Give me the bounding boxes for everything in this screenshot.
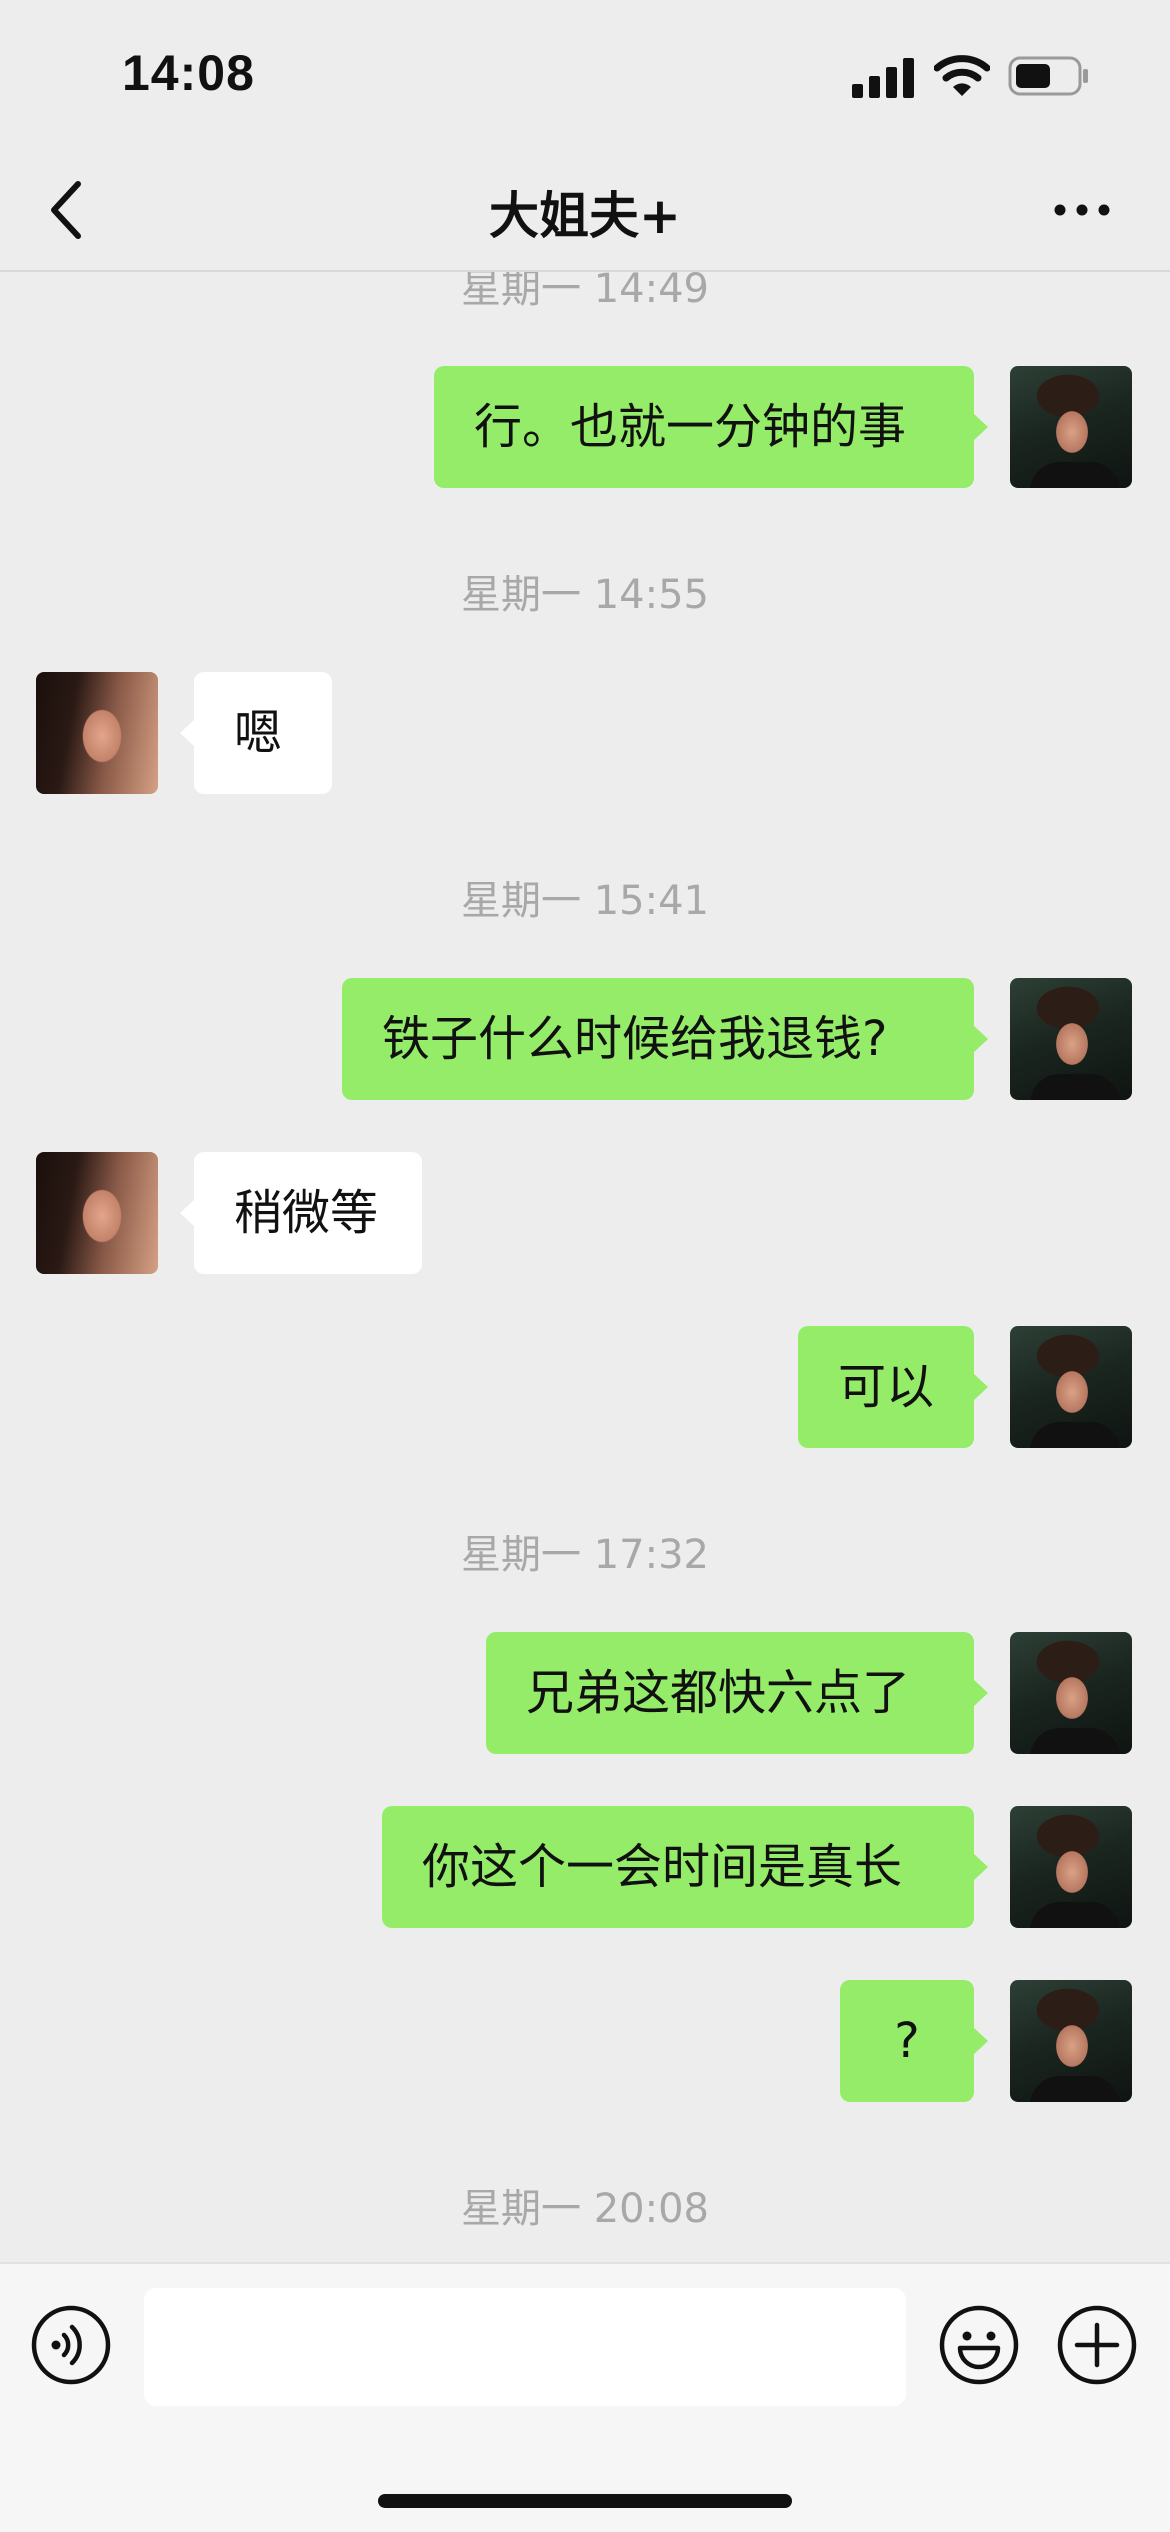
status-bar: 14:08 xyxy=(0,0,1170,150)
emoji-icon[interactable] xyxy=(938,2304,1020,2386)
message-list[interactable]: 星期一 14:49 行。也就一分钟的事 星期一 14:55 嗯 星期一 15:4… xyxy=(0,272,1170,2262)
timestamp: 星期一 20:08 xyxy=(461,2186,709,2232)
contact-avatar[interactable] xyxy=(36,1152,158,1274)
my-avatar[interactable] xyxy=(1010,366,1132,488)
timestamp: 星期一 14:55 xyxy=(461,572,709,618)
status-time: 14:08 xyxy=(122,45,255,101)
received-message-bubble[interactable]: 稍微等 xyxy=(180,1152,422,1274)
my-avatar[interactable] xyxy=(1010,1326,1132,1448)
sent-message-bubble[interactable]: 铁子什么时候给我退钱? xyxy=(342,978,988,1100)
chat-title: 大姐夫+ xyxy=(489,187,681,245)
timestamp: 星期一 17:32 xyxy=(461,1532,709,1578)
my-avatar[interactable] xyxy=(1010,1806,1132,1928)
sent-message-bubble[interactable]: 可以 xyxy=(798,1326,988,1448)
home-indicator xyxy=(378,2494,792,2508)
input-bar xyxy=(0,2262,1170,2532)
sent-message-bubble[interactable]: 你这个一会时间是真长 xyxy=(382,1806,988,1928)
sent-message-bubble[interactable]: 行。也就一分钟的事 xyxy=(434,366,988,488)
sent-message-bubble[interactable]: 兄弟这都快六点了 xyxy=(486,1632,988,1754)
my-avatar[interactable] xyxy=(1010,1980,1132,2102)
timestamp: 星期一 15:41 xyxy=(461,878,709,924)
voice-icon[interactable] xyxy=(30,2304,112,2386)
cellular-signal-icon xyxy=(852,58,914,98)
my-avatar[interactable] xyxy=(1010,1632,1132,1754)
plus-icon[interactable] xyxy=(1056,2304,1138,2386)
wifi-icon xyxy=(934,55,990,96)
timestamp: 星期一 14:49 xyxy=(461,272,709,312)
message-input[interactable] xyxy=(144,2288,906,2406)
more-dots-icon[interactable] xyxy=(1052,190,1112,230)
nav-bar: 大姐夫+ xyxy=(0,150,1170,272)
sent-message-bubble[interactable]: ? xyxy=(840,1980,988,2102)
my-avatar[interactable] xyxy=(1010,978,1132,1100)
battery-icon xyxy=(1008,56,1088,96)
chat-screen: 14:08 大姐夫+ 星期一 14:49 行。也就一分钟的事 星期一 14:55… xyxy=(0,0,1170,2532)
received-message-bubble[interactable]: 嗯 xyxy=(180,672,332,794)
contact-avatar[interactable] xyxy=(36,672,158,794)
